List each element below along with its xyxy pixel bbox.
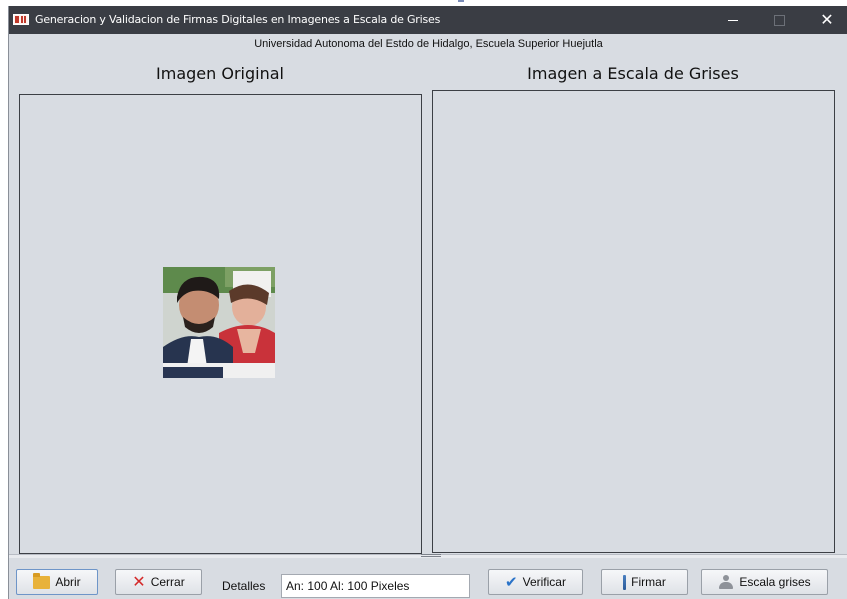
app-icon[interactable]: [13, 14, 29, 25]
sign-button[interactable]: Firmar: [601, 569, 688, 595]
top-edge-marker: [458, 0, 464, 2]
original-image-title: Imagen Original: [156, 64, 284, 83]
bottom-toolbar: Abrir ✕ Cerrar Detalles An: 100 Al: 100 …: [9, 558, 847, 599]
close-window-button[interactable]: ✕: [805, 9, 847, 31]
minimize-button[interactable]: [711, 9, 755, 31]
open-button-label: Abrir: [55, 575, 81, 589]
close-button-label: Cerrar: [150, 575, 185, 589]
close-button[interactable]: ✕ Cerrar: [115, 569, 202, 595]
pen-icon: [623, 574, 627, 590]
grayscale-button-label: Escala grises: [739, 575, 811, 589]
verify-button[interactable]: ✔ Verificar: [488, 569, 583, 595]
check-icon: ✔: [505, 572, 518, 591]
verify-button-label: Verificar: [522, 575, 566, 589]
app-window: Generacion y Validacion de Firmas Digita…: [8, 6, 847, 599]
original-image-panel: [19, 94, 422, 554]
grayscale-button[interactable]: Escala grises: [701, 569, 828, 595]
x-icon: ✕: [132, 572, 146, 591]
person-icon: [718, 575, 734, 589]
grayscale-image-title: Imagen a Escala de Grises: [527, 64, 739, 83]
sign-button-label: Firmar: [631, 575, 666, 589]
folder-icon: [33, 572, 51, 589]
divider-grip[interactable]: [421, 554, 441, 557]
grayscale-image-panel: [432, 90, 835, 553]
original-photo: [163, 267, 275, 378]
open-button[interactable]: Abrir: [16, 569, 98, 595]
window-title: Generacion y Validacion de Firmas Digita…: [35, 13, 441, 26]
title-bar[interactable]: Generacion y Validacion de Firmas Digita…: [9, 6, 847, 34]
details-label: Detalles: [222, 579, 266, 593]
maximize-button[interactable]: [757, 9, 801, 31]
institution-subtitle: Universidad Autonoma del Estdo de Hidalg…: [254, 38, 603, 50]
details-field[interactable]: An: 100 Al: 100 Pixeles: [281, 574, 470, 598]
